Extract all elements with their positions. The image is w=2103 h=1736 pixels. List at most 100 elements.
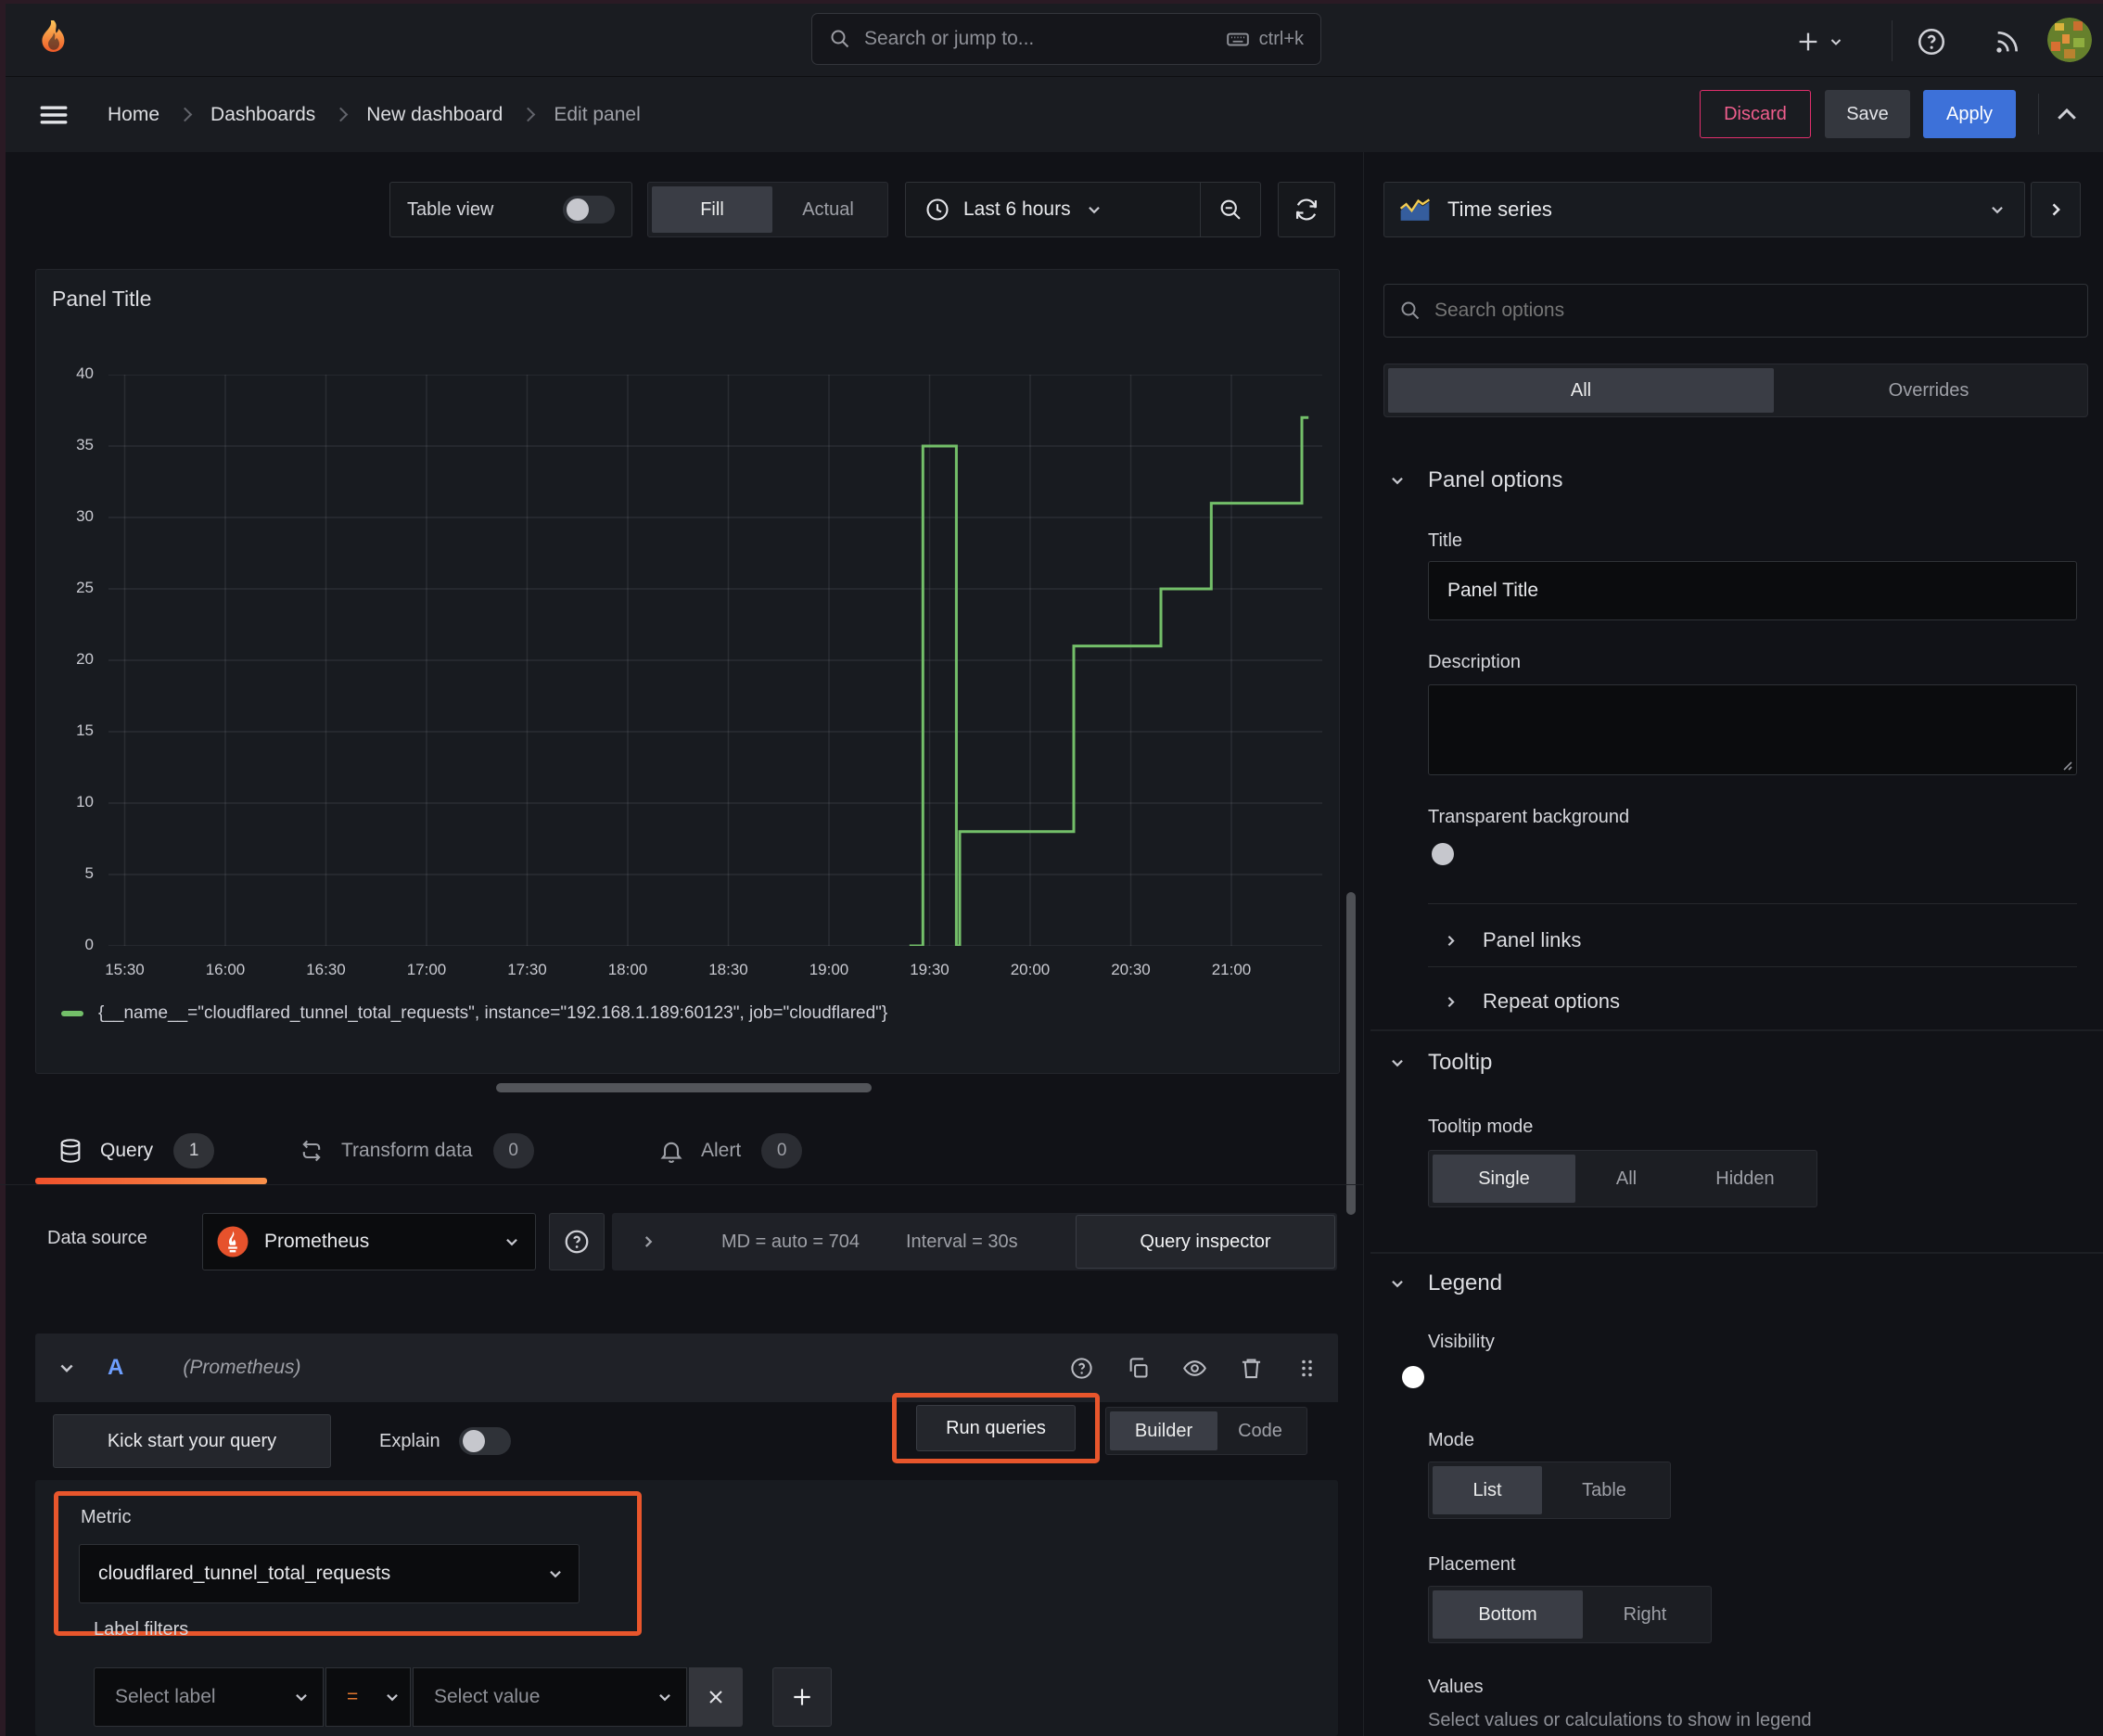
top-nav: Search or jump to... ctrl+k xyxy=(6,4,2103,77)
mode-table-option[interactable]: Table xyxy=(1542,1466,1666,1514)
y-tick-label: 10 xyxy=(76,793,94,811)
overrides-tab[interactable]: Overrides xyxy=(1774,368,2084,413)
time-range-label: Last 6 hours xyxy=(963,198,1071,220)
collapse-query-icon[interactable] xyxy=(57,1359,76,1377)
visibility-label: Visibility xyxy=(1428,1332,1495,1352)
search-options-field[interactable] xyxy=(1383,284,2088,338)
grafana-logo[interactable] xyxy=(32,18,76,62)
breadcrumb-item[interactable]: New dashboard xyxy=(366,104,503,126)
query-inspector-button[interactable]: Query inspector xyxy=(1076,1215,1335,1269)
actual-option[interactable]: Actual xyxy=(772,186,884,233)
tab-transform[interactable]: Transform data 0 xyxy=(299,1130,534,1172)
query-ref-id[interactable]: A xyxy=(108,1355,123,1381)
search-options-input[interactable] xyxy=(1433,299,2087,323)
panel-title-input[interactable] xyxy=(1428,561,2077,620)
breadcrumb-item[interactable]: Edit panel xyxy=(554,104,640,126)
kick-start-query-button[interactable]: Kick start your query xyxy=(53,1414,331,1468)
global-search[interactable]: Search or jump to... ctrl+k xyxy=(811,13,1321,65)
placement-bottom-option[interactable]: Bottom xyxy=(1433,1590,1583,1639)
chevron-down-icon xyxy=(1829,34,1843,49)
fill-actual-segmented: Fill Actual xyxy=(647,182,888,237)
tab-query[interactable]: Query 1 xyxy=(57,1130,215,1172)
discard-button[interactable]: Discard xyxy=(1700,90,1811,138)
breadcrumb-item[interactable]: Home xyxy=(108,104,159,126)
fill-option[interactable]: Fill xyxy=(652,186,772,233)
save-button[interactable]: Save xyxy=(1825,90,1910,138)
series-line xyxy=(909,415,1309,946)
all-options-tab[interactable]: All xyxy=(1388,368,1774,413)
builder-option[interactable]: Builder xyxy=(1110,1411,1217,1450)
legend-header[interactable]: Legend xyxy=(1389,1270,1502,1296)
tooltip-single-option[interactable]: Single xyxy=(1433,1155,1575,1203)
delete-query-icon[interactable] xyxy=(1239,1356,1264,1381)
explain-toggle[interactable] xyxy=(458,1427,511,1455)
visualization-picker[interactable]: Time series xyxy=(1383,182,2025,237)
breadcrumb: Home Dashboards New dashboard Edit panel xyxy=(108,77,641,152)
datasource-help-button[interactable] xyxy=(549,1213,605,1270)
run-queries-button[interactable]: Run queries xyxy=(916,1405,1076,1451)
mode-list-option[interactable]: List xyxy=(1433,1466,1542,1514)
code-option[interactable]: Code xyxy=(1217,1411,1303,1450)
refresh-button[interactable] xyxy=(1278,182,1335,237)
legend-placement-segmented: Bottom Right xyxy=(1428,1586,1712,1643)
label-filter-operator-select[interactable]: = xyxy=(325,1667,411,1727)
tooltip-header[interactable]: Tooltip xyxy=(1389,1050,1492,1076)
x-tick-label: 17:00 xyxy=(406,961,447,978)
legend-series-label[interactable]: {__name__="cloudflared_tunnel_total_requ… xyxy=(98,1003,887,1024)
collapse-header-icon[interactable] xyxy=(2053,101,2081,129)
add-label-filter-button[interactable] xyxy=(772,1667,832,1727)
legend-title: Legend xyxy=(1428,1270,1503,1296)
new-menu-button[interactable] xyxy=(1795,24,1843,59)
hide-query-icon[interactable] xyxy=(1182,1356,1207,1381)
chart-legend[interactable]: {__name__="cloudflared_tunnel_total_requ… xyxy=(61,1001,887,1027)
panel-options-header[interactable]: Panel options xyxy=(1389,467,1562,493)
query-help-icon[interactable] xyxy=(1069,1356,1094,1381)
resize-handle-icon[interactable] xyxy=(2059,758,2072,771)
topnav-divider xyxy=(1892,20,1893,61)
breadcrumb-chevron-icon xyxy=(177,107,193,122)
query-toolbar: Kick start your query Explain Run querie… xyxy=(35,1393,1338,1480)
tab-alert[interactable]: Alert 0 xyxy=(658,1130,803,1172)
panel-options-title: Panel options xyxy=(1428,467,1563,492)
tooltip-mode-segmented: Single All Hidden xyxy=(1428,1150,1817,1207)
query-header[interactable]: A (Prometheus) xyxy=(35,1334,1338,1402)
collapse-options-pane-button[interactable] xyxy=(2031,182,2081,237)
user-avatar[interactable] xyxy=(2047,18,2092,62)
help-button[interactable] xyxy=(1916,26,1947,57)
breadcrumb-chevron-icon xyxy=(521,107,536,122)
remove-label-filter-button[interactable] xyxy=(689,1667,743,1727)
metric-label: Metric xyxy=(81,1507,132,1527)
menu-toggle-icon[interactable] xyxy=(37,99,70,131)
time-range-picker[interactable]: Last 6 hours xyxy=(905,182,1261,237)
duplicate-query-icon[interactable] xyxy=(1126,1356,1151,1381)
label-filter-value-select[interactable]: Select value xyxy=(413,1667,687,1727)
metric-select[interactable]: cloudflared_tunnel_total_requests xyxy=(79,1544,580,1603)
news-feed-icon[interactable] xyxy=(1992,28,2021,57)
database-icon xyxy=(57,1138,83,1164)
table-view-toggle[interactable] xyxy=(563,196,615,223)
repeat-options-section[interactable]: Repeat options xyxy=(1443,979,1620,1024)
x-tick-label: 20:30 xyxy=(1111,961,1151,978)
expand-options-icon[interactable] xyxy=(640,1233,656,1250)
apply-button[interactable]: Apply xyxy=(1923,90,2016,138)
placement-right-option[interactable]: Right xyxy=(1583,1590,1707,1639)
description-textarea[interactable] xyxy=(1428,684,2077,775)
tooltip-hidden-option[interactable]: Hidden xyxy=(1677,1155,1813,1203)
panel-links-section[interactable]: Panel links xyxy=(1443,918,1581,963)
table-view-label: Table view xyxy=(407,198,494,220)
chart-plot-area[interactable] xyxy=(108,375,1322,946)
query-datasource-hint: (Prometheus) xyxy=(183,1357,301,1378)
zoom-out-icon[interactable] xyxy=(1201,197,1260,223)
search-icon xyxy=(829,28,851,50)
panel-title[interactable]: Panel Title xyxy=(52,287,151,312)
datasource-picker[interactable]: Prometheus xyxy=(202,1213,536,1270)
chevron-down-icon xyxy=(1389,1275,1406,1292)
drag-handle-icon[interactable] xyxy=(1295,1356,1318,1381)
horizontal-scrollbar[interactable] xyxy=(496,1083,872,1092)
time-series-chart[interactable] xyxy=(108,375,1322,946)
label-filter-key-placeholder: Select label xyxy=(115,1686,216,1707)
label-filter-key-select[interactable]: Select label xyxy=(94,1667,324,1727)
breadcrumb-item[interactable]: Dashboards xyxy=(210,104,315,126)
tooltip-all-option[interactable]: All xyxy=(1575,1155,1677,1203)
time-series-viz-icon xyxy=(1399,198,1431,222)
